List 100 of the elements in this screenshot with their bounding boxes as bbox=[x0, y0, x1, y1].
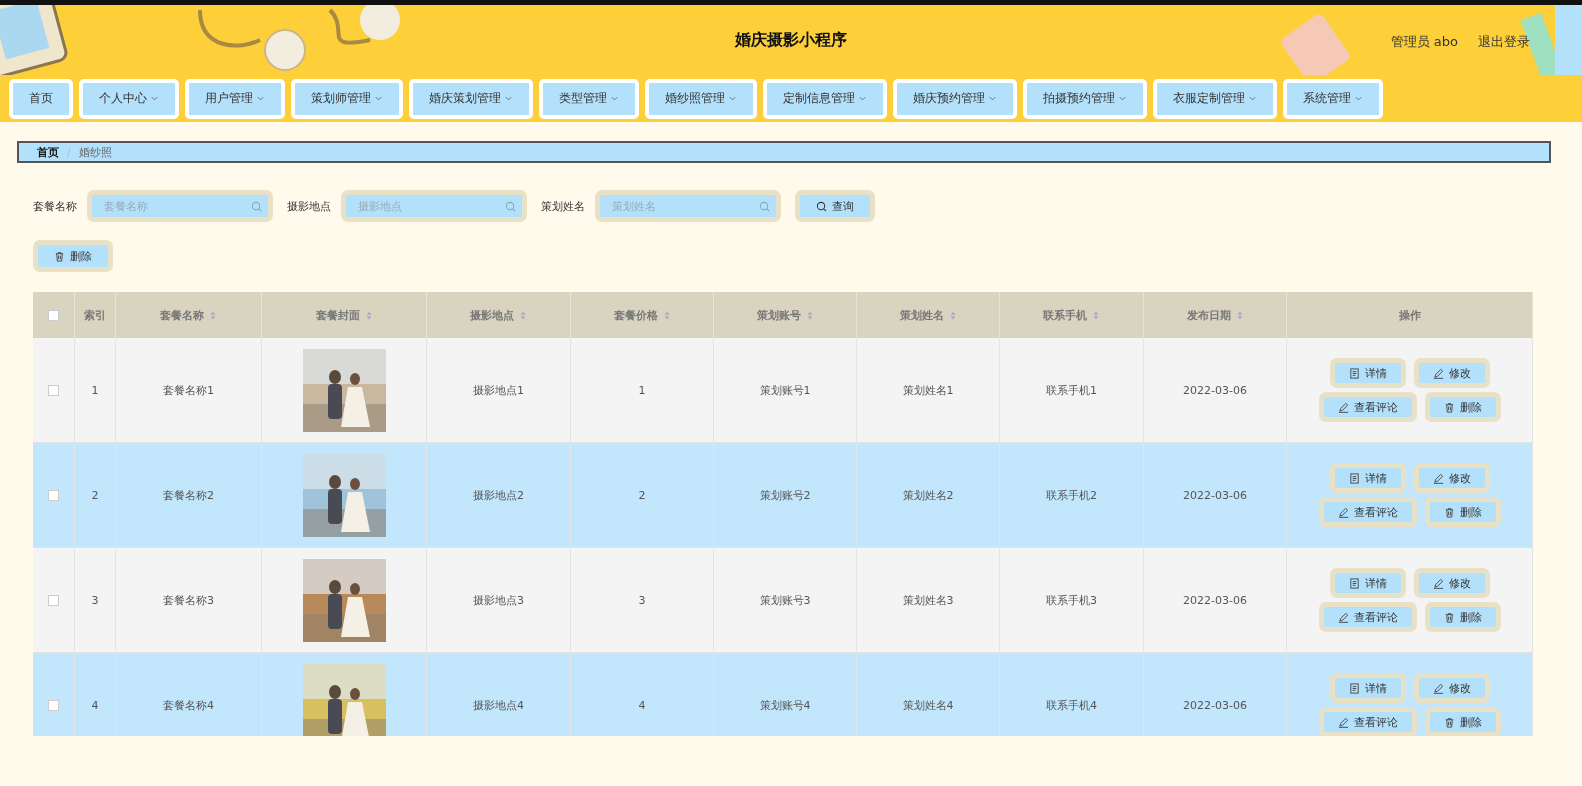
document-icon bbox=[1348, 682, 1360, 694]
caret-icon bbox=[610, 94, 619, 103]
breadcrumb-separator: / bbox=[67, 145, 71, 159]
account-cell: 策划账号1 bbox=[759, 382, 811, 398]
row-checkbox[interactable] bbox=[48, 489, 59, 501]
planner-cell: 策划姓名2 bbox=[902, 487, 954, 503]
search-icon bbox=[816, 200, 827, 212]
caret-icon bbox=[374, 94, 383, 103]
sort-icon[interactable] bbox=[662, 309, 671, 321]
pencil-icon bbox=[1337, 401, 1349, 413]
sort-icon[interactable] bbox=[519, 309, 527, 321]
caret-icon bbox=[256, 94, 265, 103]
row-action-button[interactable]: 查看评论 bbox=[1318, 497, 1417, 527]
nav-menu-item[interactable]: 系统管理 bbox=[1283, 78, 1383, 119]
name-cell: 套餐名称3 bbox=[163, 592, 214, 608]
sort-icon[interactable] bbox=[948, 309, 957, 321]
search-input[interactable]: 策划姓名 bbox=[610, 199, 759, 213]
row-action-button[interactable]: 详情 bbox=[1329, 568, 1406, 598]
sort-icon[interactable] bbox=[364, 309, 373, 321]
nav-menu-item[interactable]: 拍摄预约管理 bbox=[1023, 78, 1147, 119]
search-icon bbox=[759, 200, 770, 212]
pencil-icon bbox=[1432, 472, 1444, 484]
caret-icon bbox=[988, 94, 997, 103]
column-header: 操作 bbox=[1398, 307, 1421, 323]
row-action-button[interactable]: 修改 bbox=[1413, 568, 1490, 598]
search-field[interactable]: 套餐名称 bbox=[87, 190, 273, 222]
row-action-button[interactable]: 详情 bbox=[1329, 673, 1406, 703]
nav-menu-item[interactable]: 婚纱照管理 bbox=[645, 78, 757, 119]
app-title: 婚庆摄影小程序 bbox=[735, 29, 847, 51]
field-label: 套餐名称 bbox=[33, 198, 77, 214]
row-action-button[interactable]: 查看评论 bbox=[1318, 707, 1417, 736]
row-checkbox[interactable] bbox=[48, 594, 59, 606]
sort-icon[interactable] bbox=[805, 309, 814, 321]
planner-cell: 策划姓名1 bbox=[902, 382, 954, 398]
column-header: 索引 bbox=[84, 307, 106, 323]
location-cell: 摄影地点4 bbox=[473, 697, 524, 713]
phone-cell: 联系手机1 bbox=[1046, 382, 1097, 398]
nav-menu-item[interactable]: 类型管理 bbox=[539, 78, 639, 119]
search-icon bbox=[251, 200, 262, 212]
index-cell: 4 bbox=[91, 698, 99, 712]
price-cell: 3 bbox=[638, 593, 646, 607]
nav-menu-item[interactable]: 用户管理 bbox=[185, 78, 285, 119]
caret-icon bbox=[1118, 94, 1127, 103]
nav-menu-item[interactable]: 定制信息管理 bbox=[763, 78, 887, 119]
pencil-icon bbox=[1432, 367, 1444, 379]
caret-icon bbox=[150, 94, 159, 103]
trash-icon bbox=[1443, 716, 1455, 728]
document-icon bbox=[1348, 367, 1360, 379]
document-icon bbox=[1348, 472, 1360, 484]
row-action-button[interactable]: 修改 bbox=[1413, 358, 1490, 388]
sort-icon[interactable] bbox=[1092, 309, 1100, 321]
row-action-button[interactable]: 删除 bbox=[1424, 707, 1501, 736]
nav-menu-item[interactable]: 婚庆预约管理 bbox=[893, 78, 1017, 119]
account-cell: 策划账号3 bbox=[759, 592, 811, 608]
pencil-icon bbox=[1337, 716, 1349, 728]
query-button[interactable]: 查询 bbox=[795, 190, 875, 222]
phone-cell: 联系手机4 bbox=[1046, 697, 1097, 713]
breadcrumb-item[interactable]: 首页 bbox=[37, 144, 59, 160]
phone-cell: 联系手机3 bbox=[1046, 592, 1097, 608]
nav-menu-item[interactable]: 衣服定制管理 bbox=[1153, 78, 1277, 119]
row-action-button[interactable]: 删除 bbox=[1424, 602, 1501, 632]
document-icon bbox=[1348, 577, 1360, 589]
nav-menu-item[interactable]: 个人中心 bbox=[79, 78, 179, 119]
row-action-button[interactable]: 详情 bbox=[1329, 358, 1406, 388]
date-cell: 2022-03-06 bbox=[1183, 383, 1247, 397]
row-action-button[interactable]: 详情 bbox=[1329, 463, 1406, 493]
location-cell: 摄影地点1 bbox=[473, 382, 524, 398]
name-cell: 套餐名称4 bbox=[163, 697, 214, 713]
date-cell: 2022-03-06 bbox=[1183, 593, 1247, 607]
pencil-icon bbox=[1337, 506, 1349, 518]
search-input[interactable]: 套餐名称 bbox=[102, 199, 251, 213]
select-all-checkbox[interactable] bbox=[48, 309, 59, 321]
phone-cell: 联系手机2 bbox=[1046, 487, 1097, 503]
delete-button[interactable]: 删除 bbox=[33, 240, 113, 272]
logout-link[interactable]: 退出登录 bbox=[1478, 33, 1530, 51]
row-action-button[interactable]: 删除 bbox=[1424, 497, 1501, 527]
trash-icon bbox=[1443, 506, 1455, 518]
date-cell: 2022-03-06 bbox=[1183, 488, 1247, 502]
nav-menu-item[interactable]: 婚庆策划管理 bbox=[409, 78, 533, 119]
pencil-icon bbox=[1432, 577, 1444, 589]
search-field[interactable]: 策划姓名 bbox=[595, 190, 781, 222]
nav-menu-item[interactable]: 策划师管理 bbox=[291, 78, 403, 119]
row-action-button[interactable]: 查看评论 bbox=[1318, 392, 1417, 422]
row-action-button[interactable]: 查看评论 bbox=[1318, 602, 1417, 632]
trash-icon bbox=[1443, 611, 1455, 623]
nav-menu-item[interactable]: 首页 bbox=[9, 78, 73, 119]
date-cell: 2022-03-06 bbox=[1183, 698, 1247, 712]
row-checkbox[interactable] bbox=[48, 384, 59, 396]
sort-icon[interactable] bbox=[1235, 309, 1244, 321]
sort-icon[interactable] bbox=[209, 309, 217, 321]
row-action-button[interactable]: 修改 bbox=[1413, 463, 1490, 493]
trash-icon bbox=[1443, 401, 1455, 413]
location-cell: 摄影地点2 bbox=[473, 487, 524, 503]
row-action-button[interactable]: 删除 bbox=[1424, 392, 1501, 422]
row-action-button[interactable]: 修改 bbox=[1413, 673, 1490, 703]
caret-icon bbox=[728, 94, 737, 103]
pencil-icon bbox=[1337, 611, 1349, 623]
row-checkbox[interactable] bbox=[48, 699, 59, 711]
caret-icon bbox=[858, 94, 867, 103]
index-cell: 3 bbox=[91, 593, 99, 607]
